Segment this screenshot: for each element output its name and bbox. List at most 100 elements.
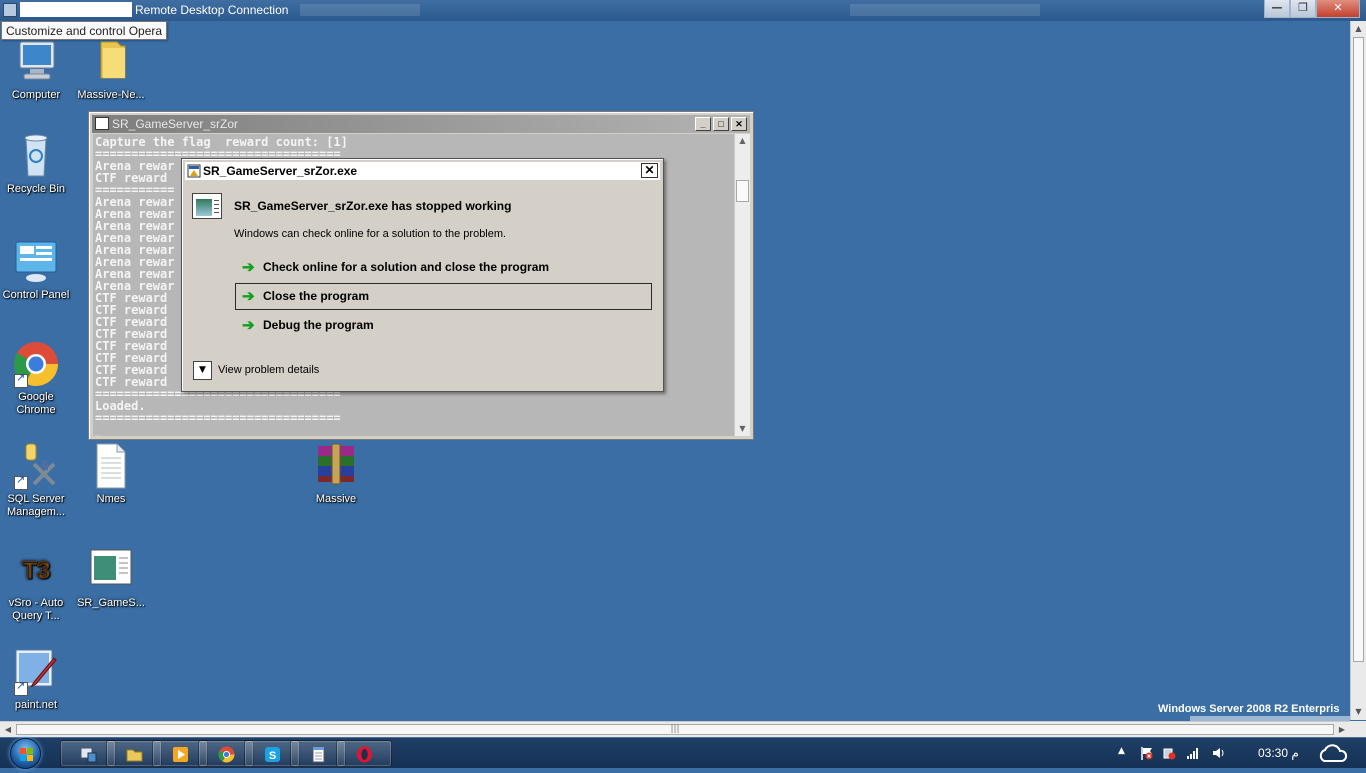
vertical-scroll-thumb[interactable] [1353, 37, 1364, 662]
t3-app-icon: T3 [12, 546, 60, 594]
green-arrow-icon: ➔ [242, 288, 255, 305]
option-check-online[interactable]: ➔ Check online for a solution and close … [235, 254, 652, 281]
windows-watermark: Windows Server 2008 R2 Enterpris [1158, 703, 1340, 715]
error-dialog[interactable]: SR_GameServer_srZor.exe ✕ SR_GameServer_… [181, 158, 664, 392]
recycle-bin-icon [12, 132, 60, 180]
console-titlebar[interactable]: SR_GameServer_srZor _ □ ✕ [92, 115, 750, 133]
shortcut-arrow-icon [14, 474, 28, 490]
taskbar-opera[interactable] [336, 740, 392, 767]
text-file-icon [87, 442, 135, 490]
option-label: Check online for a solution and close th… [263, 260, 550, 274]
dialog-titlebar[interactable]: SR_GameServer_srZor.exe ✕ [185, 162, 660, 180]
dialog-app-icon [187, 164, 201, 178]
console-scrollbar[interactable]: ▲ ▼ [734, 134, 750, 436]
skype-icon: S [265, 747, 280, 762]
desktop-icon-massive[interactable]: Massive [298, 442, 374, 506]
desktop-icon-label: SR_GameS... [77, 597, 145, 609]
rdc-app-icon[interactable] [3, 3, 17, 17]
console-scroll-thumb[interactable] [736, 180, 749, 202]
scroll-down-arrow-icon[interactable]: ▼ [735, 422, 750, 436]
desktop-icon-control-panel[interactable]: Control Panel [0, 238, 74, 302]
desktop-icon-label: vSro - Auto Query T... [8, 597, 64, 622]
volume-speaker-icon[interactable] [1212, 746, 1226, 760]
start-button[interactable] [7, 738, 45, 769]
remote-horizontal-scrollbar[interactable]: ◀ ||| ▶ [0, 721, 1350, 737]
taskbar: S ▲ 03:30 م [0, 737, 1366, 769]
scroll-right-arrow-icon[interactable]: ▶ [1334, 722, 1350, 738]
close-button[interactable]: ✕ [1316, 0, 1360, 18]
desktop-icon-label: Nmes [96, 493, 126, 505]
console-close-button[interactable]: ✕ [731, 117, 747, 131]
desktop-icon-recycle-bin[interactable]: Recycle Bin [0, 132, 74, 196]
console-line: _ [95, 423, 103, 436]
titlebar-blur [850, 4, 1040, 16]
notepad-icon [312, 746, 325, 763]
view-problem-details-link[interactable]: View problem details [218, 364, 319, 376]
scroll-down-arrow-icon[interactable]: ▼ [1351, 704, 1366, 720]
desktop-icon-sr-gameserver[interactable]: SR_GameS... [73, 546, 149, 610]
scroll-up-arrow-icon[interactable]: ▲ [735, 134, 750, 148]
desktop-icon-label: SQL Server Managem... [6, 493, 66, 518]
desktop-icon-label: Massive-Ne... [77, 89, 145, 101]
safely-remove-hardware-icon[interactable] [1162, 746, 1176, 760]
desktop-icon-paint-net[interactable]: paint.net [0, 648, 74, 712]
desktop-icon-sql-server[interactable]: SQL Server Managem... [0, 442, 74, 519]
paint-net-icon [12, 648, 60, 696]
network-signal-icon[interactable] [1186, 746, 1200, 760]
chrome-icon [218, 746, 235, 763]
desktop-icon-label: paint.net [14, 699, 58, 711]
console-maximize-button[interactable]: □ [713, 117, 729, 131]
restore-button[interactable]: ❐ [1290, 0, 1316, 18]
desktop-icon-label: Control Panel [2, 289, 70, 301]
server-manager-icon [80, 747, 97, 763]
shortcut-arrow-icon [14, 372, 28, 388]
scroll-left-arrow-icon[interactable]: ◀ [0, 722, 16, 738]
show-hidden-icons-chevron-up-icon[interactable]: ▲ [1118, 746, 1132, 760]
chrome-icon [12, 340, 60, 388]
rdc-window-controls: — ❐ ✕ [1264, 0, 1360, 18]
cloud-icon[interactable] [1316, 742, 1350, 764]
minimize-button[interactable]: — [1264, 0, 1290, 18]
console-app-icon [95, 117, 109, 130]
titlebar-blur [300, 4, 420, 16]
sql-server-icon [12, 442, 60, 490]
desktop-icon-vsro[interactable]: T3 vSro - Auto Query T... [0, 546, 74, 623]
desktop-icon-google-chrome[interactable]: Google Chrome [0, 340, 74, 417]
shortcut-arrow-icon [14, 680, 28, 696]
rdc-title: Remote Desktop Connection [135, 3, 289, 17]
folder-icon [87, 38, 135, 86]
console-minimize-button[interactable]: _ [695, 117, 711, 131]
computer-icon [12, 38, 60, 86]
windows-logo-icon [10, 738, 41, 769]
scroll-up-arrow-icon[interactable]: ▲ [1351, 21, 1366, 37]
scrollbar-corner [1350, 721, 1366, 737]
desktop-icon-massive-ne[interactable]: Massive-Ne... [73, 38, 149, 102]
desktop-icon-computer[interactable]: Computer [0, 38, 74, 102]
folder-icon [126, 749, 143, 762]
dialog-close-button[interactable]: ✕ [641, 163, 658, 178]
app-crash-icon [192, 193, 222, 219]
watermark-build-line [1190, 716, 1350, 721]
svg-text:T3: T3 [22, 557, 50, 584]
dialog-subtext: Windows can check online for a solution … [234, 228, 507, 240]
chevron-down-icon[interactable]: ▼ [193, 361, 212, 380]
taskbar-clock[interactable]: 03:30 م [1258, 746, 1299, 760]
desktop-icon-label: Google Chrome [16, 391, 56, 416]
desktop-icon-label: Massive [315, 493, 357, 505]
option-label: Debug the program [263, 318, 374, 332]
action-center-flag-icon[interactable] [1140, 746, 1154, 760]
option-debug-program[interactable]: ➔ Debug the program [235, 312, 652, 339]
desktop-icon-label: Recycle Bin [6, 183, 66, 195]
horizontal-scroll-thumb[interactable]: ||| [16, 724, 1334, 735]
window-app-icon [87, 546, 135, 594]
rdc-titlebar[interactable]: Remote Desktop Connection — ❐ ✕ [0, 0, 1366, 21]
redacted-host [20, 2, 132, 17]
remote-vertical-scrollbar[interactable]: ▲ ▼ [1350, 21, 1366, 720]
green-arrow-icon: ➔ [242, 259, 255, 276]
console-window-controls: _ □ ✕ [695, 117, 747, 131]
desktop-icon-nmes[interactable]: Nmes [73, 442, 149, 506]
opera-icon [357, 746, 372, 763]
svg-text:S: S [269, 750, 276, 762]
media-player-icon [173, 747, 188, 762]
option-close-program[interactable]: ➔ Close the program [235, 283, 652, 310]
